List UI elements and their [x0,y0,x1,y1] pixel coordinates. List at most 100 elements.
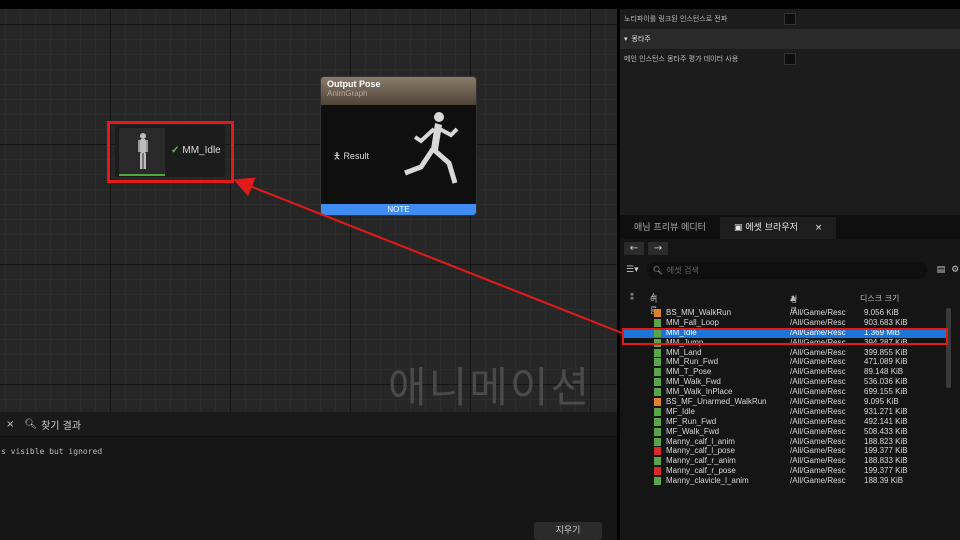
tab-asset-browser[interactable]: ▣ 에셋 브라우저 × [719,217,837,239]
propagate-notifies-checkbox[interactable] [784,13,796,25]
anim-asset-icon [654,378,661,387]
history-nav: ← → [620,239,960,257]
forward-arrow-icon[interactable]: → [648,241,668,255]
anim-asset-icon [654,358,661,367]
asset-size: 188.39 KiB [864,476,904,486]
asset-size: 492.141 KiB [864,416,908,426]
asset-row[interactable]: MM_T_Pose/All/Game/Resc 89.148 KiB [624,367,946,377]
asset-name: MM_Fall_Loop [666,317,719,327]
asset-size: 188.833 KiB [864,456,908,466]
tab-anim-preview-editor[interactable]: 애님 프리뷰 에디터 [620,217,720,239]
asset-row[interactable]: BS_MF_Unarmed_WalkRun/All/Game/Resc 9.095… [624,397,946,407]
asset-row[interactable]: Manny_clavicle_l_anim/All/Game/Resc 188.3… [624,476,946,486]
running-pose-preview-icon [404,112,459,184]
anim-asset-icon [654,318,661,327]
pose-pin-icon[interactable]: 🯅 [333,151,341,161]
anim-graph-canvas[interactable]: 애니메이션 ✓ MM_Idle Output Pose AnimGraph 🯅 … [0,9,617,412]
asset-size: 536.036 KiB [864,377,908,387]
asset-path: /All/Game/Resc [790,347,846,357]
anim-asset-icon [654,388,661,397]
result-pin-label: Result [343,151,369,161]
asset-size: 699.155 KiB [864,387,908,397]
settings-gear-icon[interactable]: ⚙ [951,265,959,275]
asset-row[interactable]: MM_Walk_Fwd/All/Game/Resc 536.036 KiB [624,377,946,387]
anim-asset-icon [654,457,661,466]
asset-row[interactable]: MF_Walk_Fwd/All/Game/Resc 508.433 KiB [624,427,946,437]
property-label: 메인 인스턴스 몽타주 평가 데이터 사용 [624,55,739,63]
asset-name: MM_T_Pose [666,367,712,377]
asset-name: BS_MF_Unarmed_WalkRun [666,397,767,407]
highlight-node-box [107,121,234,183]
anim-asset-icon [654,348,661,357]
asset-row[interactable]: Manny_calf_r_pose/All/Game/Resc 199.377 K… [624,466,946,476]
view-options-icon[interactable]: ▤ [937,265,946,275]
back-arrow-icon[interactable]: ← [624,241,644,255]
asset-column-headers: ⁑ 이름 ≜ 경로 ▲ 디스크 크기 [620,292,946,315]
asset-path: /All/Game/Resc [790,317,846,327]
pose-asset-icon [654,447,661,456]
asset-size: 931.271 KiB [864,406,908,416]
asset-path: /All/Game/Resc [790,308,846,317]
asset-path: /All/Game/Resc [790,436,846,446]
output-pose-node[interactable]: Output Pose AnimGraph 🯅 Result NOTE [320,76,477,216]
category-montage-header[interactable]: ▾ 몽타주 [620,29,960,49]
asset-row[interactable]: Manny_calf_r_anim/All/Game/Resc 188.833 K… [624,456,946,466]
asset-size: 471.089 KiB [864,357,908,367]
property-row-propagate-notifies: 노티파이를 링크된 인스턴스로 전파 [620,9,960,29]
asset-name: Manny_calf_l_anim [666,436,735,446]
output-pose-subtitle: AnimGraph [327,89,368,98]
asset-name: Manny_clavicle_l_anim [666,476,749,486]
asset-name: Manny_calf_l_pose [666,446,735,456]
asset-size: 199.377 KiB [864,466,908,476]
clear-button[interactable]: 지우기 [534,522,602,540]
blendspace-asset-icon [654,309,661,317]
close-tab-icon[interactable]: × [815,223,823,233]
asset-path: /All/Game/Resc [790,466,846,476]
asset-row[interactable]: MM_Land/All/Game/Resc 399.855 KiB [624,348,946,358]
asset-list-scrollbar[interactable] [946,308,951,388]
asset-tab-bar: 애님 프리뷰 에디터 ▣ 에셋 브라우저 × [620,215,960,239]
asset-row[interactable]: MM_Walk_InPlace/All/Game/Resc 699.155 KiB [624,387,946,397]
asset-search-input[interactable]: 🔍︎ 에셋 검색 [646,261,927,279]
anim-asset-icon [654,477,661,486]
pose-asset-icon [654,467,661,476]
asset-row[interactable]: MF_Run_Fwd/All/Game/Resc 492.141 KiB [624,417,946,427]
asset-path: /All/Game/Resc [790,426,846,436]
main-montage-eval-checkbox[interactable] [784,53,796,65]
column-options-icon[interactable]: ⁑ [630,293,634,302]
filter-icon[interactable]: ☰▾ [626,265,639,275]
column-path-header[interactable]: 경로 ▲ [790,293,797,315]
asset-name: MM_Land [666,347,702,357]
tab-find-results[interactable]: 찾기 결과 [41,417,81,432]
blendspace-asset-icon [654,398,661,407]
asset-row[interactable]: BS_MM_WalkRun/All/Game/Resc 9.056 KiB [624,308,946,318]
asset-row[interactable]: Manny_calf_l_pose/All/Game/Resc 199.377 K… [624,446,946,456]
anim-asset-icon [654,407,661,416]
highlight-row-box [622,328,948,345]
asset-name: Manny_calf_r_pose [666,466,736,476]
category-label: 몽타주 [631,35,651,43]
asset-size: 188.823 KiB [864,436,908,446]
asset-size: 903.683 KiB [864,317,908,327]
asset-name: Manny_calf_r_anim [666,456,736,466]
asset-name: BS_MM_WalkRun [666,308,732,317]
find-results-panel: × 🔍︎ 찾기 결과 s visible but ignored 지우기 [0,412,617,540]
asset-path: /All/Game/Resc [790,476,846,486]
asset-browser-icon: ▣ [733,223,743,233]
anim-asset-icon [654,368,661,377]
column-size-header[interactable]: 디스크 크기 [860,293,899,304]
asset-row[interactable]: MM_Run_Fwd/All/Game/Resc 471.089 KiB [624,357,946,367]
asset-row[interactable]: Manny_calf_l_anim/All/Game/Resc 188.823 K… [624,437,946,447]
node-footer-note: NOTE [321,204,476,215]
asset-name: MM_Run_Fwd [666,357,719,367]
chevron-down-icon: ▾ [624,35,628,43]
asset-row[interactable]: MF_Idle/All/Game/Resc 931.271 KiB [624,407,946,417]
asset-path: /All/Game/Resc [790,357,846,367]
column-name-header[interactable]: 이름 ≜ [650,293,657,315]
asset-row[interactable]: MM_Fall_Loop/All/Game/Resc 903.683 KiB [624,318,946,328]
close-icon[interactable]: × [6,419,14,430]
asset-size: 199.377 KiB [864,446,908,456]
asset-name: MF_Run_Fwd [666,416,717,426]
asset-path: /All/Game/Resc [790,397,846,407]
asset-path: /All/Game/Resc [790,367,846,377]
